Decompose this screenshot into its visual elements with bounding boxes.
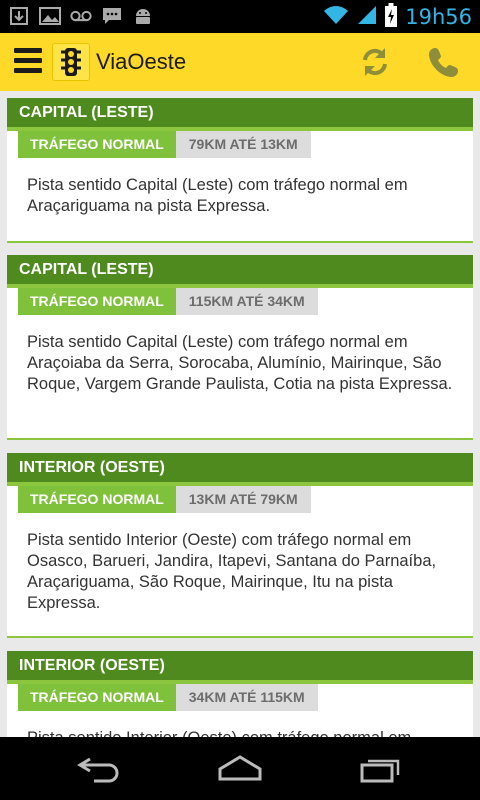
traffic-light-icon xyxy=(52,43,90,81)
wifi-icon xyxy=(323,5,349,30)
km-range-badge: 34KM ATÉ 115KM xyxy=(175,684,318,711)
km-range-badge: 13KM ATÉ 79KM xyxy=(175,486,311,513)
status-time: 19h56 xyxy=(405,5,472,29)
action-bar: ViaOeste xyxy=(0,33,480,91)
navigation-bar xyxy=(0,737,480,800)
card-direction: INTERIOR (OESTE) xyxy=(7,453,473,486)
traffic-card[interactable]: INTERIOR (OESTE) TRÁFEGO NORMAL 34KM ATÉ… xyxy=(7,651,473,737)
card-description: Pista sentido Capital (Leste) com tráfeg… xyxy=(27,176,408,215)
traffic-card[interactable]: INTERIOR (OESTE) TRÁFEGO NORMAL 13KM ATÉ… xyxy=(7,453,473,638)
km-range-badge: 79KM ATÉ 13KM xyxy=(175,131,311,158)
status-badge: TRÁFEGO NORMAL xyxy=(18,684,176,711)
refresh-icon[interactable] xyxy=(358,45,392,79)
signal-icon xyxy=(357,5,377,30)
traffic-list[interactable]: CAPITAL (LESTE) TRÁFEGO NORMAL 79KM ATÉ … xyxy=(0,91,480,737)
image-icon xyxy=(39,5,61,27)
phone-icon[interactable] xyxy=(427,45,461,79)
traffic-card[interactable]: CAPITAL (LESTE) TRÁFEGO NORMAL 79KM ATÉ … xyxy=(7,98,473,243)
home-icon[interactable] xyxy=(216,753,264,785)
km-range-badge: 115KM ATÉ 34KM xyxy=(175,288,318,315)
menu-icon[interactable] xyxy=(14,48,42,76)
status-badge: TRÁFEGO NORMAL xyxy=(18,131,176,158)
status-badge: TRÁFEGO NORMAL xyxy=(18,288,176,315)
app-title: ViaOeste xyxy=(96,49,187,74)
battery-charging-icon xyxy=(385,3,398,32)
card-direction: CAPITAL (LESTE) xyxy=(7,98,473,131)
download-icon xyxy=(8,5,30,27)
back-icon[interactable] xyxy=(76,753,124,785)
status-bar: 19h56 xyxy=(0,0,480,33)
card-direction: CAPITAL (LESTE) xyxy=(7,255,473,288)
card-direction: INTERIOR (OESTE) xyxy=(7,651,473,684)
voicemail-icon xyxy=(70,5,92,27)
android-icon xyxy=(132,5,154,27)
card-description: Pista sentido Capital (Leste) com tráfeg… xyxy=(27,333,453,393)
card-description: Pista sentido Interior (Oeste) com tráfe… xyxy=(27,531,437,612)
traffic-card[interactable]: CAPITAL (LESTE) TRÁFEGO NORMAL 115KM ATÉ… xyxy=(7,255,473,440)
recent-apps-icon[interactable] xyxy=(358,753,406,785)
card-description: Pista sentido Interior (Oeste) com tráfe… xyxy=(7,711,473,737)
status-badge: TRÁFEGO NORMAL xyxy=(18,486,176,513)
sms-icon xyxy=(101,5,123,27)
